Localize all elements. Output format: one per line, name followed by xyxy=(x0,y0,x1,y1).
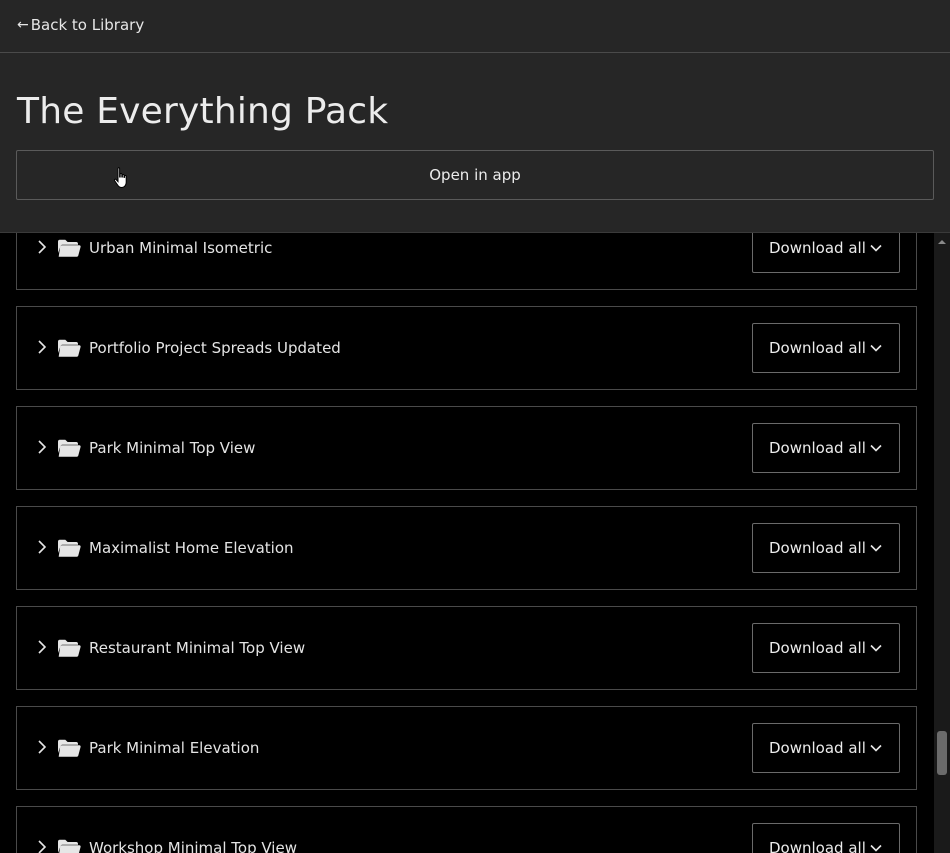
download-all-button[interactable]: Download all xyxy=(752,323,900,373)
list-item[interactable]: Maximalist Home Elevation Download all xyxy=(16,506,917,590)
chevron-right-icon[interactable] xyxy=(36,839,48,853)
chevron-down-icon xyxy=(870,244,882,252)
chevron-down-icon xyxy=(870,444,882,452)
folder-name: Portfolio Project Spreads Updated xyxy=(89,339,341,357)
chevron-right-icon[interactable] xyxy=(36,739,48,755)
chevron-right-icon[interactable] xyxy=(36,439,48,455)
back-to-library-link[interactable]: ← Back to Library xyxy=(17,16,144,34)
folder-icon xyxy=(58,839,81,853)
folder-icon xyxy=(58,339,81,357)
list-item[interactable]: Portfolio Project Spreads Updated Downlo… xyxy=(16,306,917,390)
folder-name: Urban Minimal Isometric xyxy=(89,239,273,257)
chevron-right-icon[interactable] xyxy=(36,339,48,355)
scroll-up-arrow-icon[interactable] xyxy=(937,238,947,246)
folder-name: Workshop Minimal Top View xyxy=(89,839,297,853)
back-link-label: Back to Library xyxy=(30,16,145,34)
download-all-button[interactable]: Download all xyxy=(752,623,900,673)
download-all-button[interactable]: Download all xyxy=(752,423,900,473)
top-bar: ← Back to Library xyxy=(0,0,950,53)
folder-icon xyxy=(58,439,81,457)
download-all-label: Download all xyxy=(769,439,866,457)
download-all-label: Download all xyxy=(769,539,866,557)
open-in-app-button[interactable]: Open in app xyxy=(16,150,934,200)
page-title: The Everything Pack xyxy=(17,91,389,132)
chevron-down-icon xyxy=(870,644,882,652)
chevron-down-icon xyxy=(870,344,882,352)
folder-icon xyxy=(58,539,81,557)
download-all-label: Download all xyxy=(769,839,866,853)
list-item[interactable]: Park Minimal Elevation Download all xyxy=(16,706,917,790)
list-item[interactable]: Workshop Minimal Top View Download all xyxy=(16,806,917,853)
download-all-label: Download all xyxy=(769,639,866,657)
list-item[interactable]: Urban Minimal Isometric Download all xyxy=(16,233,917,290)
folder-name: Park Minimal Top View xyxy=(89,439,256,457)
folder-icon xyxy=(58,639,81,657)
folder-name: Park Minimal Elevation xyxy=(89,739,260,757)
download-all-button[interactable]: Download all xyxy=(752,523,900,573)
list-item[interactable]: Park Minimal Top View Download all xyxy=(16,406,917,490)
chevron-right-icon[interactable] xyxy=(36,539,48,555)
chevron-down-icon xyxy=(870,844,882,852)
download-all-label: Download all xyxy=(769,239,866,257)
download-all-button[interactable]: Download all xyxy=(752,233,900,273)
download-all-button[interactable]: Download all xyxy=(752,823,900,853)
chevron-down-icon xyxy=(870,744,882,752)
folder-list: Urban Minimal Isometric Download all Por… xyxy=(0,233,934,853)
page: ← Back to Library The Everything Pack Op… xyxy=(0,0,950,853)
folder-icon xyxy=(58,239,81,257)
chevron-right-icon[interactable] xyxy=(36,239,48,255)
arrow-left-icon: ← xyxy=(17,17,29,33)
title-bar: The Everything Pack Open in app xyxy=(0,53,950,233)
scrollbar-thumb[interactable] xyxy=(937,731,947,775)
chevron-right-icon[interactable] xyxy=(36,639,48,655)
chevron-down-icon xyxy=(870,544,882,552)
folder-name: Restaurant Minimal Top View xyxy=(89,639,306,657)
download-all-label: Download all xyxy=(769,739,866,757)
folder-icon xyxy=(58,739,81,757)
scrollbar[interactable] xyxy=(934,233,950,853)
folder-name: Maximalist Home Elevation xyxy=(89,539,294,557)
download-all-label: Download all xyxy=(769,339,866,357)
download-all-button[interactable]: Download all xyxy=(752,723,900,773)
list-item[interactable]: Restaurant Minimal Top View Download all xyxy=(16,606,917,690)
